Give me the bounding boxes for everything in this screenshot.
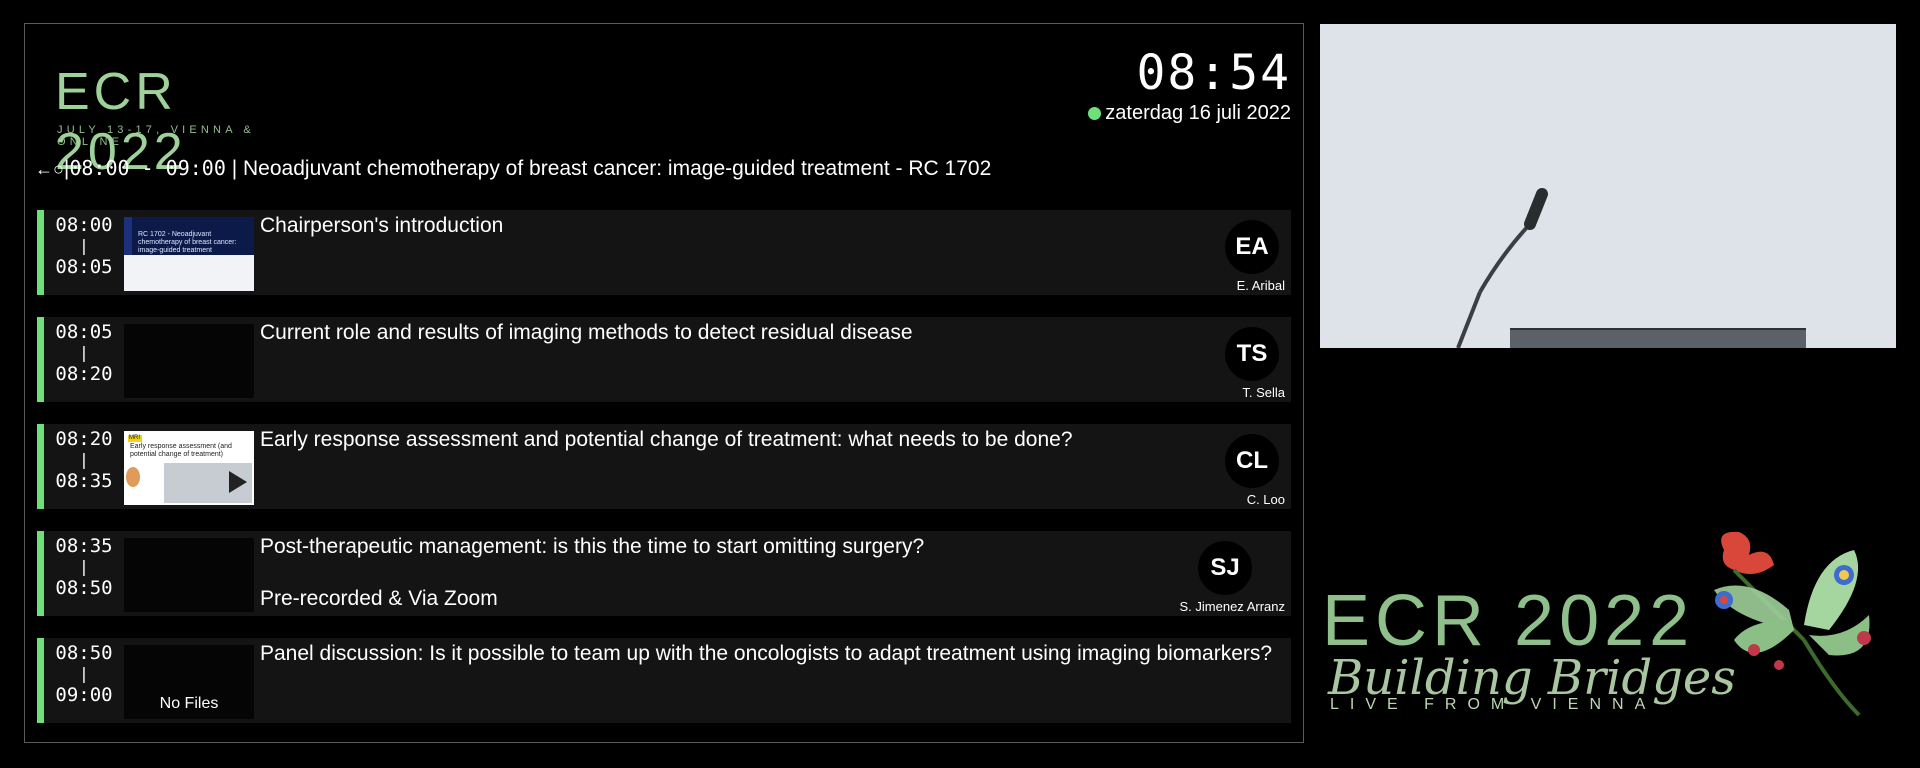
clock: 08:54 zaterdag 16 juli 2022 — [1088, 46, 1291, 125]
talk-end: 08:35 — [55, 470, 113, 492]
live-status-icon — [1088, 107, 1102, 121]
avatar: SJ — [1198, 541, 1252, 595]
talk-row[interactable]: 08:00 | 08:05 RC 1702 - Neoadjuvant chem… — [37, 210, 1291, 295]
clock-date-row: zaterdag 16 juli 2022 — [1088, 102, 1291, 125]
talk-times: 08:50 | 09:00 — [50, 642, 118, 706]
talk-start: 08:35 — [55, 535, 113, 557]
session-header: ←○|08:00 - 09:00 | Neoadjuvant chemother… — [35, 156, 992, 180]
talk-row[interactable]: 08:50 | 09:00 No Files Panel discussion:… — [37, 638, 1291, 723]
slide-thumbnail[interactable]: RC 1702 - Neoadjuvant chemotherapy of br… — [124, 217, 254, 291]
thumb-title: RC 1702 - Neoadjuvant chemotherapy of br… — [138, 231, 237, 254]
time-separator: | — [79, 450, 89, 469]
talk-title: Chairperson's introduction — [260, 214, 504, 237]
talk-end: 08:50 — [55, 577, 113, 599]
speaker-name: S. Jimenez Arranz — [1179, 599, 1286, 614]
talk-start: 08:20 — [55, 428, 113, 450]
butterfly-icon — [1714, 531, 1871, 717]
talk-start: 08:50 — [55, 642, 113, 664]
clock-time: 08:54 — [1136, 45, 1291, 101]
slide-thumbnail[interactable] — [124, 324, 254, 398]
play-icon[interactable] — [229, 471, 247, 493]
talk-subtitle: Pre-recorded & Via Zoom — [260, 587, 498, 610]
talk-row[interactable]: 08:35 | 08:50 Post-therapeutic managemen… — [37, 531, 1291, 616]
avatar: EA — [1225, 220, 1279, 274]
schedule-panel: ECR 2022 JULY 13-17, VIENNA & ONLINE 08:… — [24, 23, 1304, 743]
speaker-name: C. Loo — [1246, 492, 1285, 507]
talk-start: 08:05 — [55, 321, 113, 343]
speaker-name: T. Sella — [1242, 385, 1285, 400]
podium — [1510, 330, 1806, 348]
talk-times: 08:05 | 08:20 — [50, 321, 118, 385]
talk-end: 08:20 — [55, 363, 113, 385]
talk-row[interactable]: 08:20 | 08:35 MRI Early response assessm… — [37, 424, 1291, 509]
talk-times: 08:00 | 08:05 — [50, 214, 118, 278]
logo-sub-text: JULY 13-17, VIENNA & ONLINE — [57, 124, 255, 148]
time-separator: | — [79, 236, 89, 255]
video-feed[interactable] — [1320, 24, 1896, 348]
branding-logo: ECR 2022 Building Bridges LIVE FROM VIEN… — [1322, 520, 1920, 750]
session-time-range: 08:00 - 09:00 — [69, 156, 226, 180]
talk-title: Current role and results of imaging meth… — [260, 321, 913, 344]
session-title: Neoadjuvant chemotherapy of breast cance… — [243, 157, 992, 180]
time-separator: | — [79, 343, 89, 362]
talk-title: Early response assessment and potential … — [260, 428, 1073, 451]
talk-start: 08:00 — [55, 214, 113, 236]
talk-title: Post-therapeutic management: is this the… — [260, 535, 925, 558]
branding-sub: LIVE FROM VIENNA — [1330, 696, 1657, 713]
time-separator: | — [79, 557, 89, 576]
microphone-icon — [1456, 188, 1548, 348]
avatar: CL — [1225, 434, 1279, 488]
thumb-face — [126, 467, 140, 487]
slide-thumbnail[interactable]: MRI Early response assessment (and poten… — [124, 431, 254, 505]
ecr-logo: ECR 2022 JULY 13-17, VIENNA & ONLINE — [55, 62, 295, 181]
no-files-label: No Files — [159, 695, 219, 712]
talk-times: 08:35 | 08:50 — [50, 535, 118, 599]
speaker-name: E. Aribal — [1236, 278, 1285, 293]
thumb-title: Early response assessment (and potential… — [130, 443, 232, 458]
talk-end: 09:00 — [55, 684, 113, 706]
clock-date: zaterdag 16 juli 2022 — [1105, 102, 1291, 124]
talk-row[interactable]: 08:05 | 08:20 Current role and results o… — [37, 317, 1291, 402]
slide-thumbnail: No Files — [124, 645, 254, 719]
time-separator: | — [79, 664, 89, 683]
talk-end: 08:05 — [55, 256, 113, 278]
talk-times: 08:20 | 08:35 — [50, 428, 118, 492]
talk-list: 08:00 | 08:05 RC 1702 - Neoadjuvant chem… — [37, 210, 1291, 723]
avatar: TS — [1225, 327, 1279, 381]
thumb-label-bar: MRI — [128, 435, 142, 442]
back-icon[interactable]: ←○ — [35, 159, 64, 180]
slide-thumbnail[interactable] — [124, 538, 254, 612]
thumb-body — [124, 255, 254, 291]
thumb-label: MRI — [129, 435, 140, 441]
talk-title: Panel discussion: Is it possible to team… — [260, 642, 1273, 665]
